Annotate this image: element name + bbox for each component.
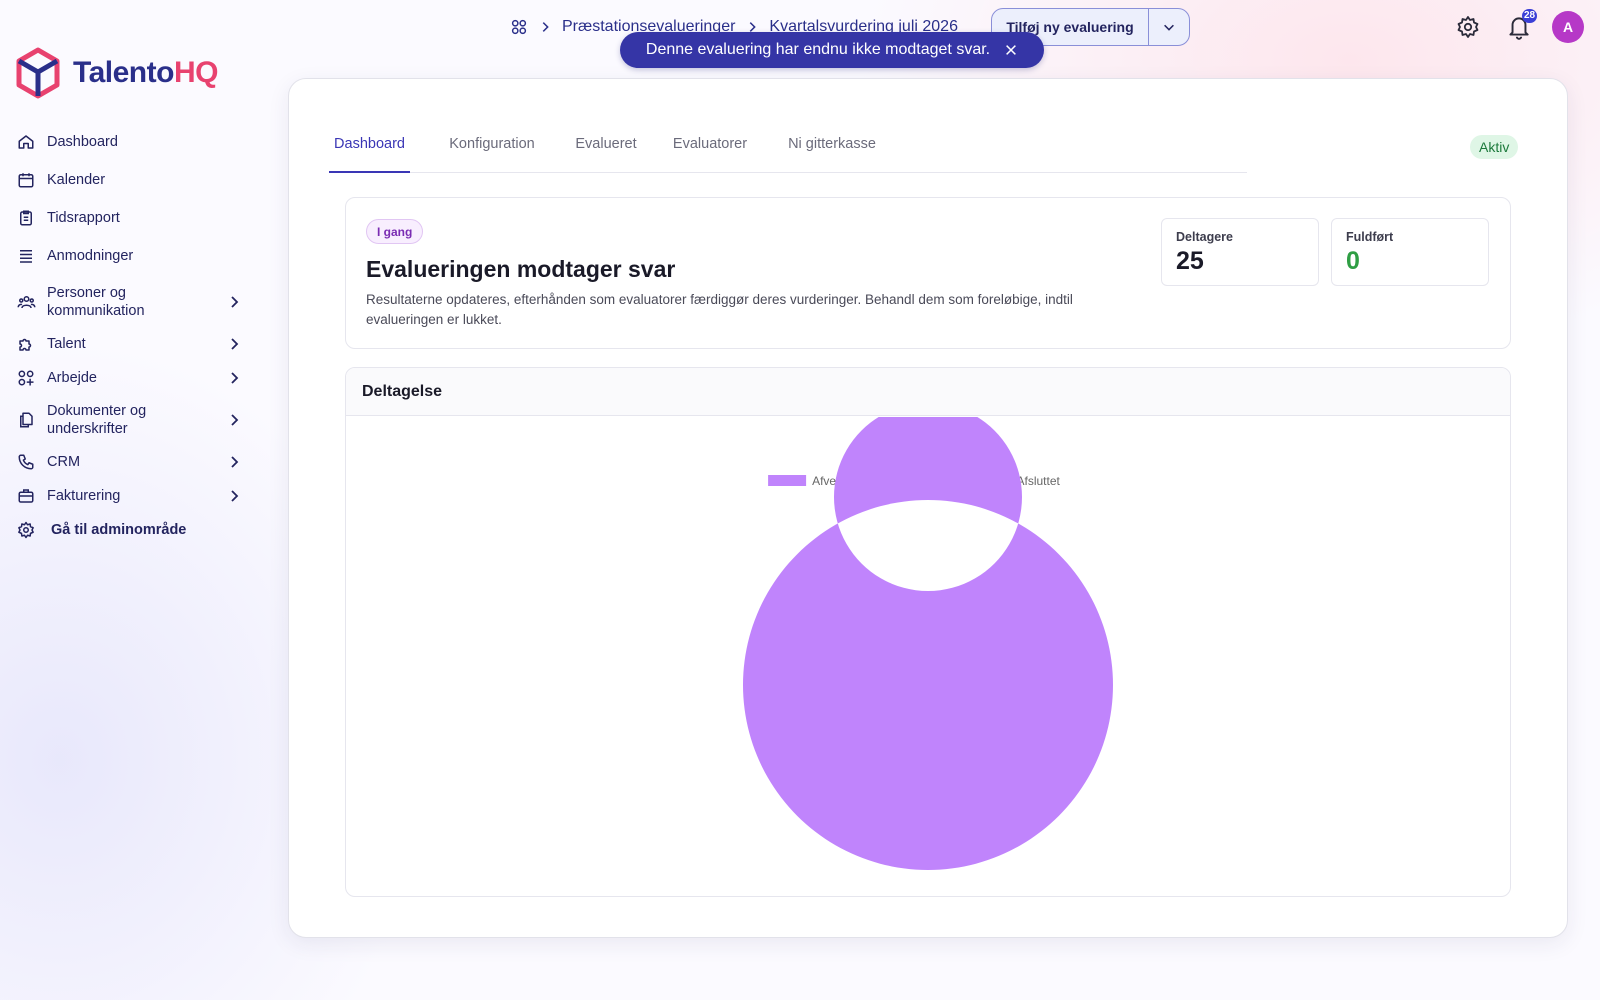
participation-doughnut-chart: AfventerI gangAfsluttet <box>743 417 1113 870</box>
chevron-right-icon <box>231 338 239 350</box>
legend-label-2[interactable]: Afsluttet <box>1017 474 1061 488</box>
tab-dashboard[interactable]: Dashboard <box>329 127 410 173</box>
people-icon <box>16 292 36 312</box>
sidebar-item-dashboard[interactable]: Dashboard <box>16 132 248 152</box>
notification-count-badge: 28 <box>1522 9 1538 23</box>
stat-label: Deltagere <box>1176 230 1233 244</box>
toast-message: Denne evaluering har endnu ikke modtaget… <box>645 41 991 58</box>
tab-evalueret[interactable]: Evalueret <box>565 127 647 173</box>
avatar[interactable]: A <box>1552 11 1584 43</box>
chevron-right-icon <box>231 296 239 308</box>
summary-card: I gang Evalueringen modtager svar Result… <box>345 197 1511 349</box>
sidebar-item-dokumenter-og-underskrifter[interactable]: Dokumenter og underskrifter <box>16 400 248 440</box>
chevron-right-icon <box>542 22 549 32</box>
chevron-right-icon <box>231 490 239 502</box>
sidebar-item-arbejde[interactable]: Arbejde <box>16 368 248 388</box>
participation-title: Deltagelse <box>346 368 1510 416</box>
puzzle-icon <box>16 334 36 354</box>
phone-icon <box>16 452 36 472</box>
close-icon[interactable] <box>1004 43 1018 57</box>
clipboard-icon <box>16 208 36 228</box>
progress-badge: I gang <box>366 219 424 244</box>
sidebar-item-crm[interactable]: CRM <box>16 452 248 472</box>
stat-completed: Fuldført 0 <box>1331 218 1489 286</box>
brand-name: TalentoHQ <box>73 56 218 89</box>
status-badge: Aktiv <box>1470 135 1519 159</box>
gear-icon <box>16 520 36 540</box>
grid-plus-icon <box>16 368 36 388</box>
tab-bar: Dashboard Konfiguration Evalueret Evalua… <box>329 127 1247 173</box>
documents-icon <box>16 410 36 430</box>
chevron-down-icon <box>1164 24 1174 31</box>
chevron-right-icon <box>231 456 239 468</box>
sidebar-item-fakturering[interactable]: Fakturering <box>16 486 248 506</box>
brand-logo[interactable]: TalentoHQ <box>15 47 218 99</box>
sidebar-item-kalender[interactable]: Kalender <box>16 170 248 190</box>
sidebar-item-anmodninger[interactable]: Anmodninger <box>16 246 248 266</box>
evaluation-panel: Dashboard Konfiguration Evalueret Evalua… <box>288 78 1568 938</box>
stat-label: Fuldført <box>1346 230 1394 244</box>
sidebar-item-personer-og-kommunikation[interactable]: Personer og kommunikation <box>16 282 248 322</box>
stat-value: 25 <box>1176 247 1204 275</box>
add-evaluation-dropdown-button[interactable] <box>1149 9 1189 45</box>
tab-konfiguration[interactable]: Konfiguration <box>432 127 552 173</box>
briefcase-icon <box>16 486 36 506</box>
tab-ni-gitterkasse[interactable]: Ni gitterkasse <box>772 127 892 173</box>
participation-card: Deltagelse AfventerI gangAfsluttet <box>345 367 1511 897</box>
legend-swatch-0[interactable] <box>768 475 807 486</box>
stat-participants: Deltagere 25 <box>1161 218 1319 286</box>
list-icon <box>16 246 36 266</box>
calendar-icon <box>16 170 36 190</box>
chevron-right-icon <box>231 414 239 426</box>
sidebar-item-tidsrapport[interactable]: Tidsrapport <box>16 208 248 228</box>
info-toast: Denne evaluering har endnu ikke modtaget… <box>620 32 1044 68</box>
apps-grid-icon[interactable] <box>510 18 528 36</box>
sidebar-item-admin[interactable]: Gå til adminområde <box>16 520 248 540</box>
summary-title: Evalueringen modtager svar <box>366 256 676 282</box>
tab-evaluatorer[interactable]: Evaluatorer <box>660 127 760 173</box>
sidebar-item-talent[interactable]: Talent <box>16 334 248 354</box>
chevron-right-icon <box>231 372 239 384</box>
stat-value: 0 <box>1346 247 1360 275</box>
summary-description: Resultaterne opdateres, efterhånden som … <box>366 292 1073 327</box>
settings-gear-icon[interactable] <box>1456 15 1480 39</box>
cube-logo-icon <box>16 47 60 99</box>
home-icon <box>16 132 36 152</box>
